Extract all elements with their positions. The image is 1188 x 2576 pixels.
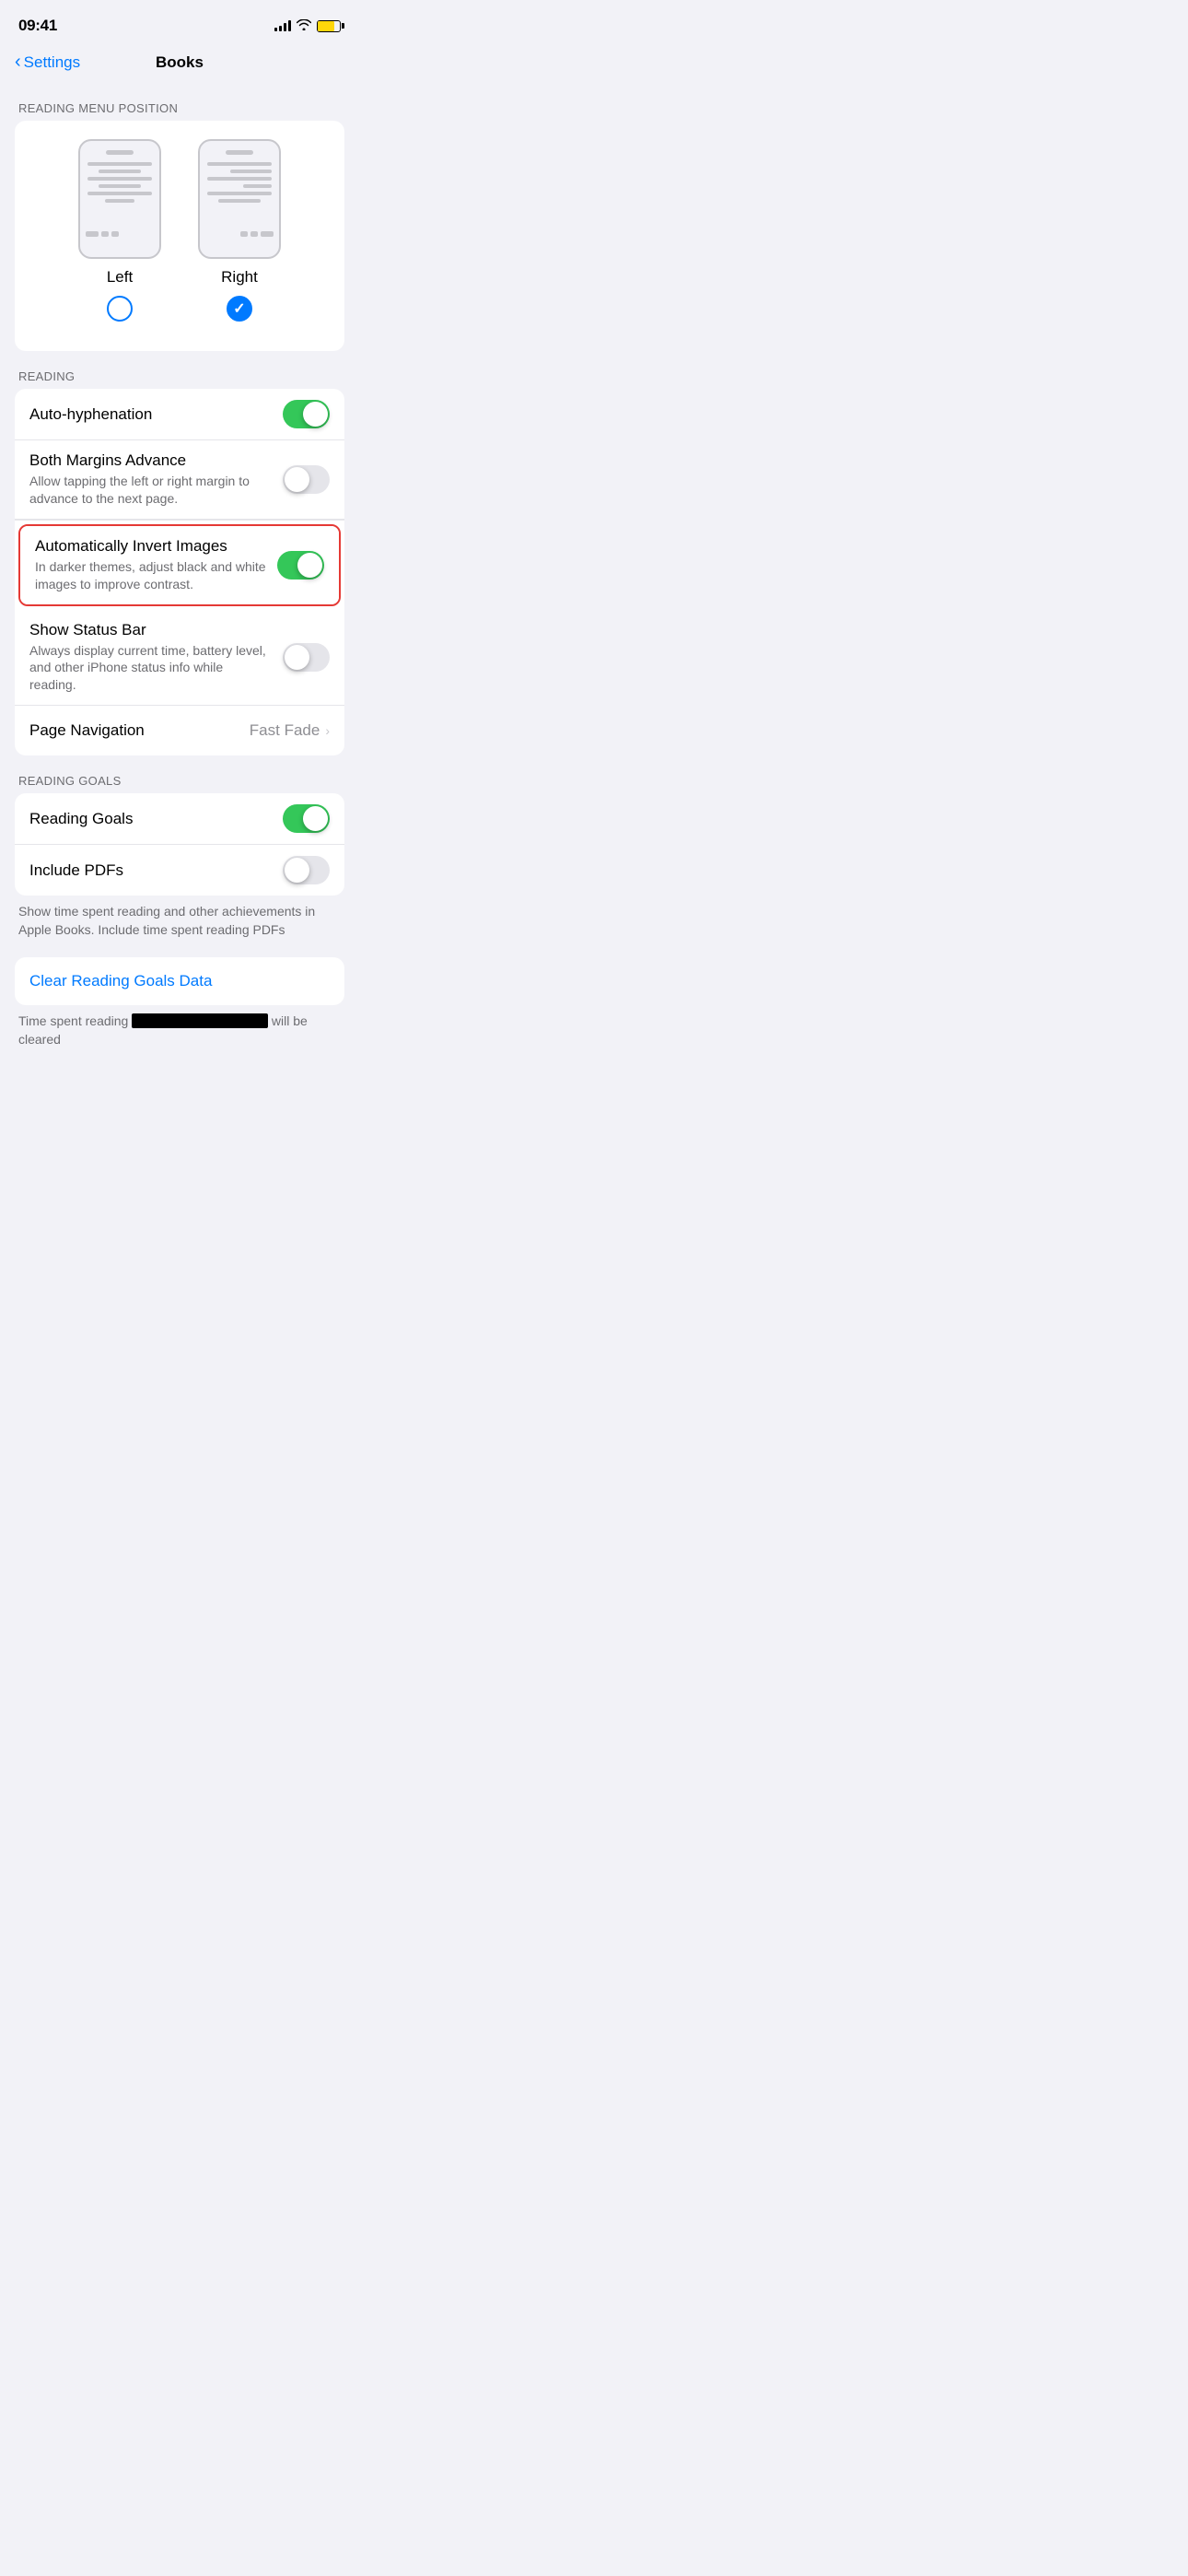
phone-notch-right: [226, 150, 253, 155]
invert-images-subtitle: In darker themes, adjust black and white…: [35, 558, 266, 593]
reading-section-label: READING: [0, 351, 359, 389]
back-chevron-icon: ‹: [15, 52, 21, 73]
clear-data-footer: Time spent reading will be cleared: [0, 1005, 359, 1067]
right-label: Right: [221, 268, 258, 287]
include-pdfs-title: Include PDFs: [29, 861, 272, 880]
nav-bar: ‹ Settings Books: [0, 46, 359, 83]
reading-menu-position-label: READING MENU POSITION: [0, 83, 359, 121]
reading-settings-card: Auto-hyphenation Both Margins Advance Al…: [15, 389, 344, 755]
reading-goals-section-label: READING GOALS: [0, 755, 359, 793]
reading-goals-row: Reading Goals: [15, 793, 344, 845]
status-bar-subtitle: Always display current time, battery lev…: [29, 642, 272, 695]
both-margins-toggle[interactable]: [283, 465, 330, 494]
menu-option-right: Right: [198, 139, 281, 322]
status-bar-toggle[interactable]: [283, 643, 330, 672]
invert-images-toggle[interactable]: [277, 551, 324, 580]
auto-hyphenation-row: Auto-hyphenation: [15, 389, 344, 440]
wifi-icon: [297, 18, 311, 33]
left-radio[interactable]: [107, 296, 133, 322]
left-label: Left: [107, 268, 133, 287]
both-margins-row: Both Margins Advance Allow tapping the l…: [15, 440, 344, 520]
include-pdfs-row: Include PDFs: [15, 845, 344, 896]
auto-hyphenation-title: Auto-hyphenation: [29, 405, 272, 424]
back-button[interactable]: ‹ Settings: [15, 53, 80, 73]
page-navigation-value: Fast Fade: [250, 721, 320, 740]
reading-goals-card: Reading Goals Include PDFs: [15, 793, 344, 896]
status-bar-title: Show Status Bar: [29, 621, 272, 639]
back-label: Settings: [24, 53, 80, 72]
menu-position-card: Left Right: [15, 121, 344, 351]
page-navigation-title: Page Navigation: [29, 721, 239, 740]
status-time: 09:41: [18, 17, 57, 35]
include-pdfs-toggle[interactable]: [283, 856, 330, 884]
both-margins-subtitle: Allow tapping the left or right margin t…: [29, 473, 272, 508]
phone-buttons-left: [86, 231, 119, 237]
phone-notch-left: [106, 150, 134, 155]
auto-hyphenation-toggle[interactable]: [283, 400, 330, 428]
page-navigation-chevron: ›: [325, 723, 330, 738]
status-icons: [274, 18, 341, 33]
clear-data-card: Clear Reading Goals Data: [15, 957, 344, 1005]
invert-images-row: Automatically Invert Images In darker th…: [20, 526, 339, 604]
clear-reading-goals-label: Clear Reading Goals Data: [29, 972, 212, 990]
reading-goals-title: Reading Goals: [29, 810, 272, 828]
reading-goals-toggle[interactable]: [283, 804, 330, 833]
status-bar-row: Show Status Bar Always display current t…: [15, 610, 344, 707]
phone-buttons-right: [240, 231, 274, 237]
reading-goals-footer: Show time spent reading and other achiev…: [0, 896, 359, 957]
both-margins-title: Both Margins Advance: [29, 451, 272, 470]
menu-options: Left Right: [29, 139, 330, 322]
invert-images-highlight: Automatically Invert Images In darker th…: [18, 524, 341, 606]
redacted-text: [132, 1013, 268, 1028]
page-title: Books: [156, 53, 204, 72]
page-navigation-row[interactable]: Page Navigation Fast Fade ›: [15, 706, 344, 755]
battery-icon: [317, 20, 341, 32]
menu-option-left: Left: [78, 139, 161, 322]
right-radio[interactable]: [227, 296, 252, 322]
invert-images-title: Automatically Invert Images: [35, 537, 266, 556]
status-bar: 09:41: [0, 0, 359, 46]
signal-icon: [274, 20, 291, 31]
phone-mockup-left: [78, 139, 161, 259]
clear-reading-goals-row[interactable]: Clear Reading Goals Data: [15, 957, 344, 1005]
phone-mockup-right: [198, 139, 281, 259]
